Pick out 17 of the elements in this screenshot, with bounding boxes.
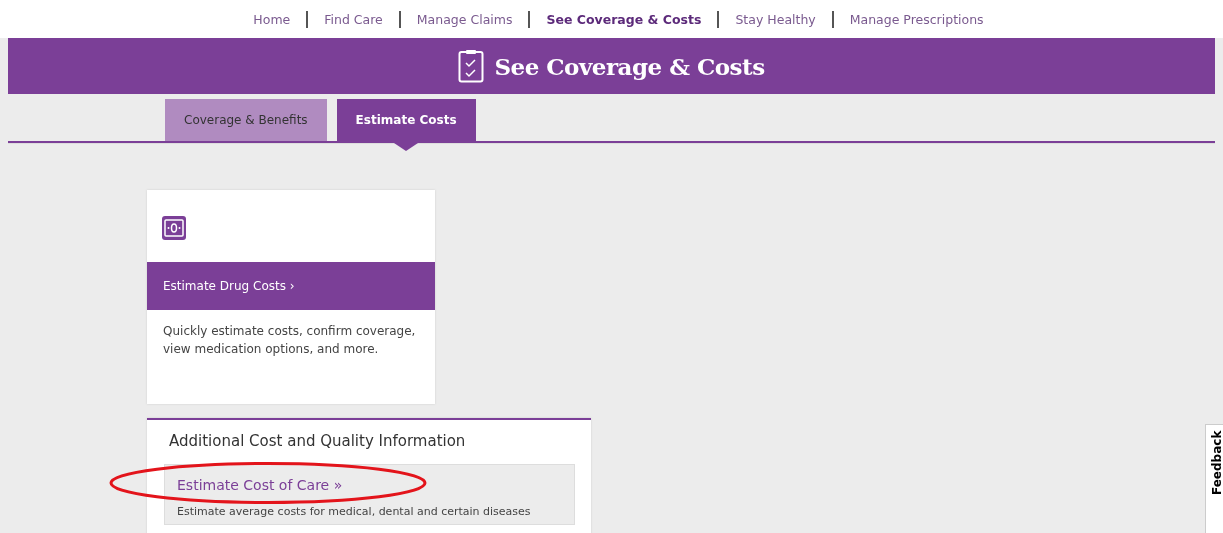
nav-link[interactable]: Stay Healthy (735, 11, 816, 27)
page-title: See Coverage & Costs (494, 52, 765, 80)
nav-link[interactable]: Find Care (324, 11, 383, 27)
nav-link[interactable]: Manage Prescriptions (849, 11, 984, 27)
card-description: Quickly estimate costs, confirm coverage, view medication options, and more. (163, 323, 417, 358)
nav-link[interactable]: See Coverage & Costs (546, 11, 702, 27)
estimate-cost-of-care-link[interactable]: Estimate Cost of Care » (177, 477, 562, 493)
tab[interactable]: Coverage & Benefits (165, 99, 327, 141)
panel-title: Additional Cost and Quality Information (169, 432, 467, 450)
feedback-tab[interactable]: Feedback (1205, 424, 1223, 533)
tab[interactable]: Estimate Costs (336, 99, 476, 141)
clipboard-checklist-icon (458, 49, 485, 83)
money-bill-icon (161, 215, 187, 241)
cost-of-care-description: Estimate average costs for medical, dental and certain diseases (177, 505, 532, 518)
estimate-drug-costs-link[interactable]: Estimate Drug Costs › (147, 262, 435, 310)
nav-link[interactable]: Manage Claims (416, 11, 513, 27)
nav-link[interactable]: Home (253, 11, 291, 27)
